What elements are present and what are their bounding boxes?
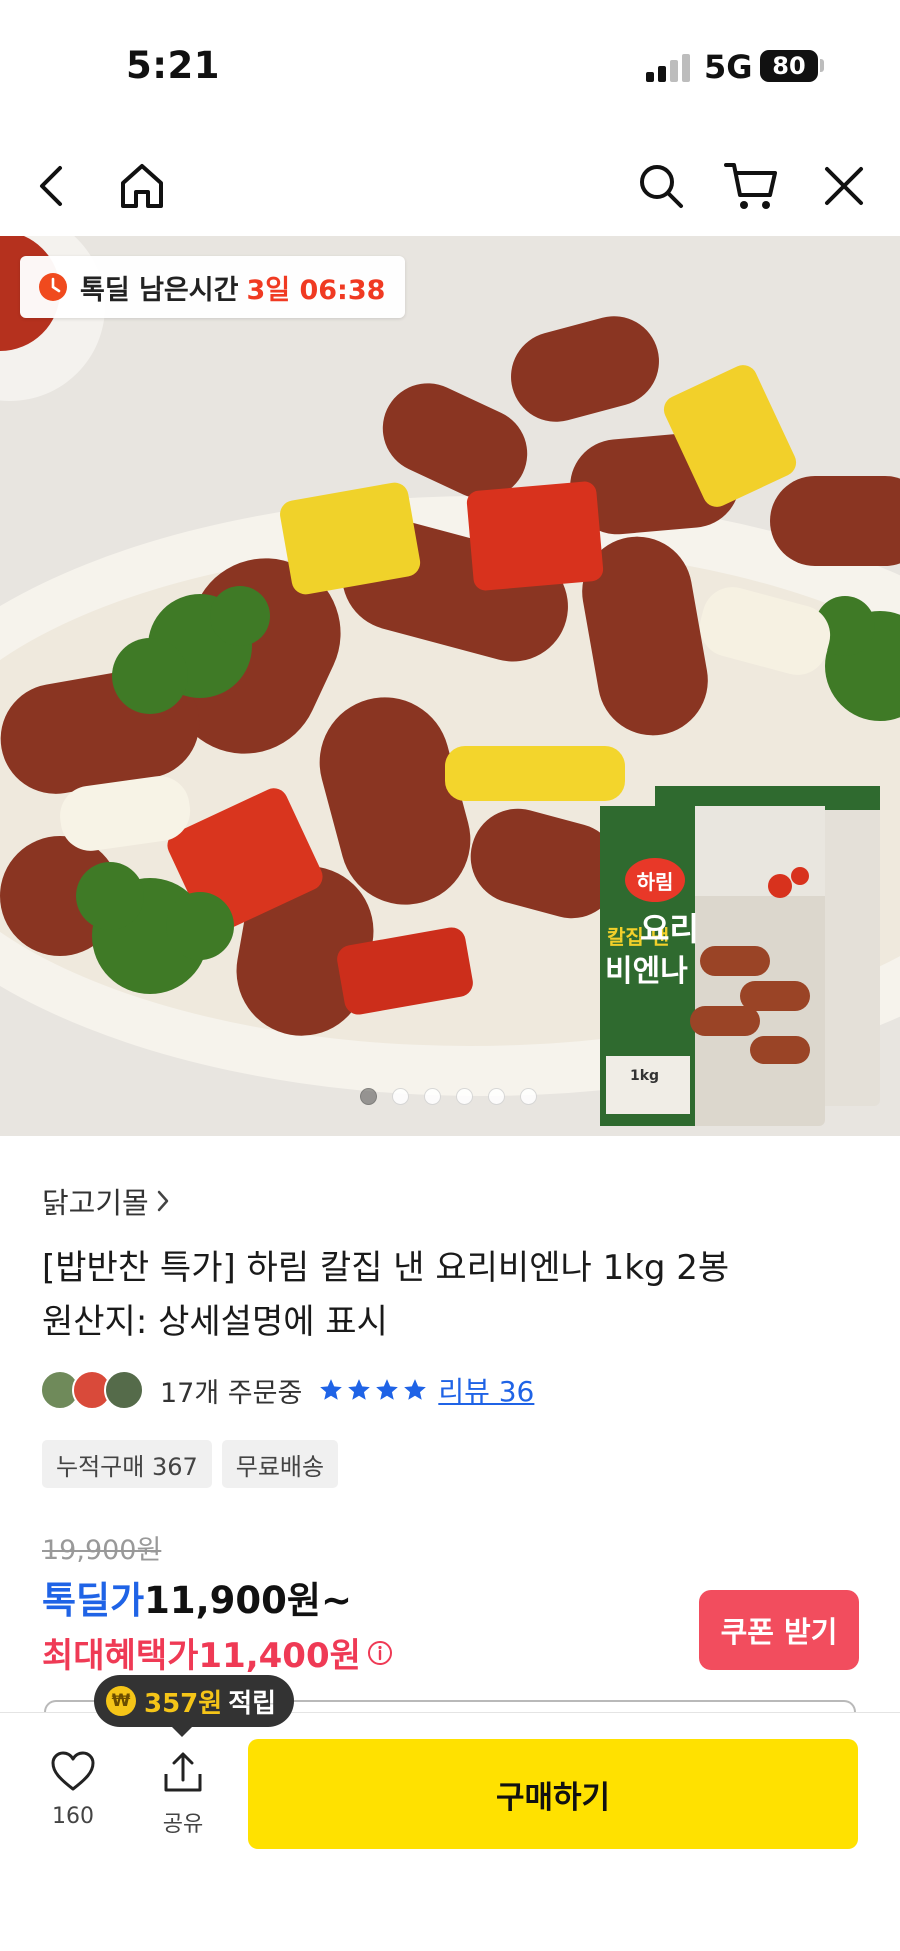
search-icon — [640, 165, 683, 208]
carousel-dot[interactable] — [520, 1088, 537, 1105]
carousel-dot[interactable] — [424, 1088, 441, 1105]
cart-button[interactable] — [719, 154, 783, 218]
info-icon[interactable] — [367, 1640, 393, 1666]
review-link[interactable]: 리뷰 36 — [438, 1370, 534, 1410]
deal-timer-badge: 톡딜 남은시간 3일 06:38 — [20, 256, 406, 318]
coupon-button[interactable]: 쿠폰 받기 — [699, 1590, 859, 1670]
product-photo — [0, 236, 900, 1136]
back-button[interactable] — [20, 154, 84, 218]
points-tooltip: ₩ 357원 적립 — [94, 1675, 295, 1727]
product-chips: 누적구매 367 무료배송 — [42, 1440, 339, 1488]
carousel-dot[interactable] — [456, 1088, 473, 1105]
signal-icon — [646, 54, 690, 82]
clock-icon — [39, 273, 67, 301]
product-origin: 원산지: 상세설명에 표시 — [42, 1302, 388, 1342]
rating-stars — [318, 1377, 428, 1403]
status-time: 5:21 — [126, 44, 221, 87]
battery-tip — [820, 59, 824, 72]
package-brand: 하림 — [636, 870, 674, 894]
battery-icon: 80 — [760, 50, 818, 82]
cart-icon — [724, 163, 777, 209]
like-count: 160 — [52, 1804, 94, 1829]
max-benefit-label: 최대혜택가 — [42, 1636, 199, 1676]
deal-price-row: 톡딜가 11,900원~ — [42, 1570, 352, 1624]
heart-icon — [51, 1751, 95, 1791]
package-weight: 1kg — [630, 1068, 660, 1084]
deal-price-value: 11,900원~ — [144, 1579, 352, 1622]
product-image-carousel[interactable]: 하림 칼집 낸 요리 비엔나 1kg 톡딜 남은시간 3일 06:38 — [0, 236, 900, 1136]
carousel-dot[interactable] — [392, 1088, 409, 1105]
cumulative-purchase-chip: 누적구매 367 — [42, 1440, 212, 1488]
product-title: [밥반찬 특가] 하림 칼집 낸 요리비엔나 1kg 2봉 — [42, 1248, 730, 1288]
deal-price-label: 톡딜가 — [42, 1579, 145, 1622]
back-icon — [40, 166, 62, 206]
order-count: 17개 주문중 — [160, 1377, 303, 1409]
original-price: 19,900원 — [42, 1535, 162, 1566]
home-icon — [121, 164, 163, 208]
points-amount: 357원 — [144, 1688, 223, 1719]
search-button[interactable] — [629, 154, 693, 218]
max-benefit-price: 11,400원 — [198, 1636, 361, 1676]
star-icon — [404, 1379, 427, 1400]
store-link[interactable]: 닭고기몰 — [42, 1180, 171, 1222]
star-icon — [348, 1379, 371, 1400]
network-label: 5G — [704, 48, 753, 86]
star-icon — [376, 1379, 399, 1400]
package-name-2: 비엔나 — [605, 954, 688, 989]
points-tooltip-tail — [170, 1725, 194, 1737]
package-name-1: 요리 — [640, 910, 699, 948]
social-proof-row: 17개 주문중 리뷰 36 — [40, 1368, 534, 1412]
share-icon — [164, 1752, 202, 1792]
timer-label: 톡딜 남은시간 — [80, 274, 239, 306]
avatar — [104, 1370, 144, 1410]
carousel-indicator — [360, 1088, 537, 1105]
timer-value: 3일 06:38 — [246, 274, 386, 306]
max-benefit-row: 최대혜택가 11,400원 — [42, 1628, 393, 1677]
points-text: 적립 — [228, 1688, 277, 1719]
status-bar: 5:21 5G 80 — [0, 0, 900, 130]
nav-bar — [0, 140, 900, 236]
buyer-avatars — [40, 1370, 148, 1410]
carousel-dot[interactable] — [488, 1088, 505, 1105]
share-button[interactable]: 공유 — [138, 1750, 228, 1838]
free-shipping-chip: 무료배송 — [221, 1440, 339, 1488]
share-label: 공유 — [162, 1812, 204, 1837]
star-icon — [320, 1379, 343, 1400]
home-button[interactable] — [110, 154, 174, 218]
carousel-dot[interactable] — [360, 1088, 377, 1105]
coin-icon: ₩ — [106, 1686, 136, 1716]
like-button[interactable]: 160 — [28, 1750, 118, 1829]
store-name: 닭고기몰 — [42, 1186, 149, 1220]
buy-button[interactable]: 구매하기 — [248, 1739, 858, 1849]
close-button[interactable] — [812, 154, 876, 218]
close-icon — [825, 167, 863, 205]
chevron-right-icon — [157, 1190, 168, 1212]
